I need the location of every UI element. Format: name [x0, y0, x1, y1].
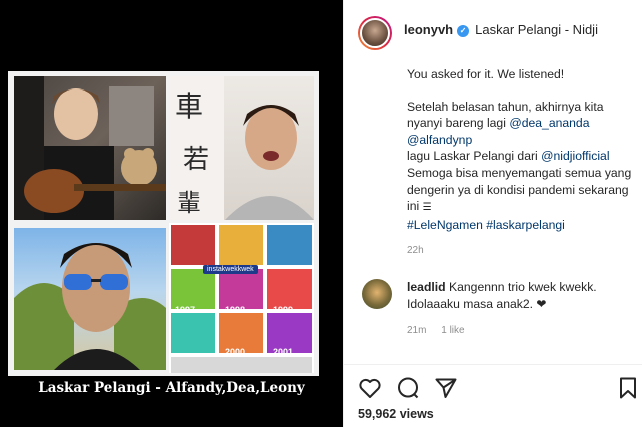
comment-username[interactable]: leadlid [407, 280, 446, 294]
post-timestamp[interactable]: 22h [407, 245, 424, 256]
singer-illustration: 車 若 輩 [169, 76, 314, 220]
man-sunglasses-illustration [14, 243, 166, 370]
video-panel-collage: instakwekkwek 1997 1998 1999 2000 2001 [169, 223, 314, 373]
comment-meta: 21m 1 like [407, 325, 477, 336]
emoji-icon: ☰ [422, 202, 432, 214]
share-icon[interactable] [434, 376, 458, 400]
video-frame: 車 若 輩 instakwekkwek 1997 1998 1999 2000 … [8, 71, 319, 376]
guitar-player-illustration [14, 76, 166, 220]
view-count[interactable]: 59,962 views [358, 407, 434, 421]
mention-link[interactable]: @nidjiofficial [541, 149, 609, 163]
caption-line: You asked for it. We listened! [407, 67, 565, 81]
collage-year: 1998 [225, 305, 246, 315]
post-header: leonyvh ✓ Laskar Pelangi - Nidji [344, 0, 642, 64]
comment-timestamp[interactable]: 21m [407, 325, 426, 336]
svg-text:若: 若 [183, 145, 209, 175]
svg-text:輩: 輩 [177, 189, 201, 217]
collage-year: 2000 [225, 347, 246, 357]
username-text[interactable]: leonyvh [404, 22, 453, 37]
video-panel-guitar [14, 76, 166, 220]
bookmark-icon[interactable] [616, 376, 640, 400]
avatar[interactable] [358, 16, 392, 50]
heart-icon[interactable] [358, 376, 382, 400]
collage-badge: instakwekkwek [203, 265, 258, 274]
comment: leadlid Kangennn trio kwek kwekk. Idolaa… [407, 279, 632, 312]
post-side-panel: leonyvh ✓ Laskar Pelangi - Nidji You aske… [343, 0, 642, 427]
verified-icon: ✓ [457, 25, 470, 37]
collage-year: 1999 [273, 305, 294, 315]
video-panel-singer: 車 若 輩 [169, 76, 314, 220]
song-link[interactable]: Laskar Pelangi - Nidji [475, 22, 598, 37]
post-username[interactable]: leonyvh ✓ [404, 22, 470, 37]
comment-icon[interactable] [396, 376, 420, 400]
action-bar [358, 376, 636, 400]
comment-avatar[interactable] [362, 279, 392, 309]
divider [344, 364, 642, 365]
collage-year: 1997 [175, 305, 196, 315]
post-caption: You asked for it. We listened! Setelah b… [407, 66, 632, 233]
video-panel-man [14, 228, 166, 370]
hashtag-links[interactable]: #LeleNgamen #laskarpelangi [407, 217, 632, 234]
mention-link[interactable]: @alfandynp [407, 133, 472, 147]
media-pane[interactable]: 車 若 輩 instakwekkwek 1997 1998 1999 2000 … [0, 0, 343, 427]
caption-text: lagu Laskar Pelangi dari [407, 149, 538, 164]
caption-text: Semoga bisa menyemangati semua yang deng… [407, 165, 632, 214]
collage-year: 2001 [273, 347, 294, 357]
mention-link[interactable]: @dea_ananda [509, 116, 589, 130]
comment-likes[interactable]: 1 like [441, 325, 464, 336]
video-caption: Laskar Pelangi - Alfandy,Dea,Leony [38, 380, 305, 396]
svg-text:車: 車 [175, 90, 203, 123]
